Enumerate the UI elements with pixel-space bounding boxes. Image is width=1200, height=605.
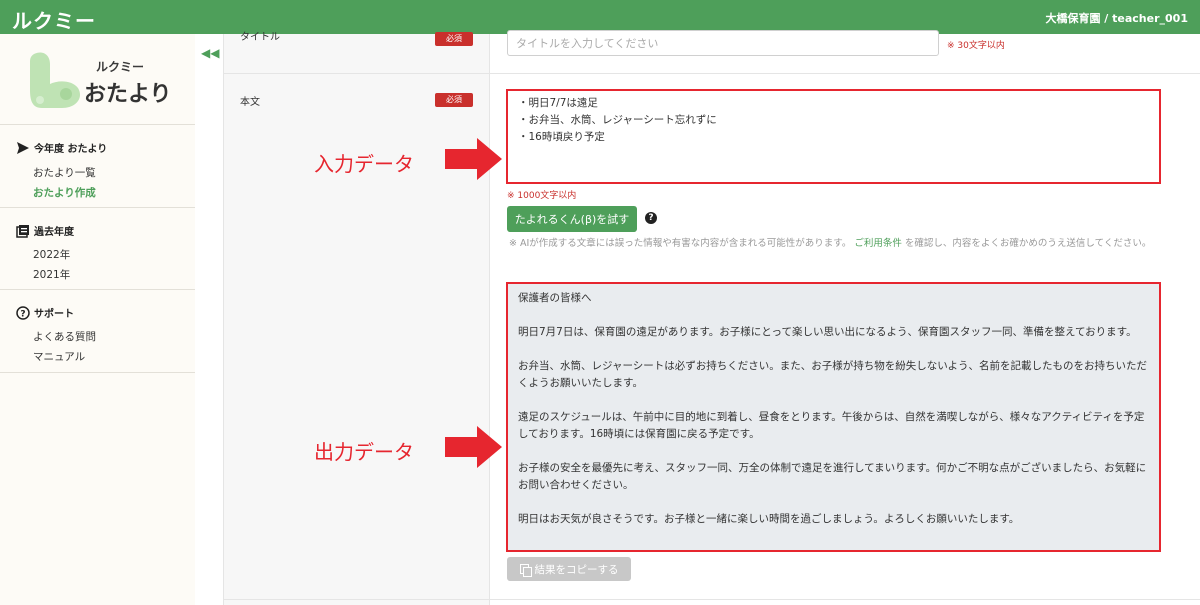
- disclaimer-text: を確認し、内容をよくお確かめのうえ送信してください。: [904, 238, 1152, 249]
- body-field-label: 本文: [240, 97, 260, 108]
- body-line: ・16時頃戻り予定: [518, 131, 605, 143]
- sidebar-section-heading: 今年度 おたより: [34, 144, 108, 155]
- copy-result-button[interactable]: 結果をコピーする: [507, 557, 631, 581]
- sidebar-divider: [0, 124, 195, 125]
- sidebar-item-manual[interactable]: マニュアル: [33, 349, 85, 364]
- output-paragraph: お子様の安全を最優先に考え、スタッフ一同、万全の体制で遠足を進行してまいります。…: [518, 462, 1147, 491]
- title-field-label: タイトル: [240, 32, 280, 43]
- form-row-divider: [223, 73, 1200, 74]
- body-textarea[interactable]: ・明日7/7は遠足 ・お弁当、水筒、レジャーシート忘れずに ・16時頃戻り予定: [506, 89, 1161, 184]
- form-row-divider: [223, 599, 1200, 600]
- sidebar-section-heading: サポート: [34, 309, 74, 320]
- disclaimer-text: ※ AIが作成する文章には誤った情報や有害な内容が含まれる可能性があります。: [509, 238, 852, 249]
- sidebar-divider: [0, 207, 195, 208]
- sidebar-divider: [0, 289, 195, 290]
- output-paragraph: 明日はお天気が良さそうです。お子様と一緒に楽しい時間を過ごしましょう。よろしくお…: [518, 513, 1020, 525]
- svg-text:?: ?: [20, 309, 25, 319]
- form-label-column: [223, 34, 490, 605]
- app-logo[interactable]: ルクミー おたより: [28, 50, 178, 120]
- sidebar-section-heading: 過去年度: [34, 227, 74, 238]
- sidebar-item-letter-create[interactable]: おたより作成: [33, 185, 96, 200]
- logo-big-text: おたより: [84, 82, 172, 107]
- output-paragraph: 遠足のスケジュールは、午前中に目的地に到着し、昼食をとります。午後からは、自然を…: [518, 411, 1145, 440]
- logo-small-text: ルクミー: [96, 60, 145, 74]
- title-limit-hint: ※ 30文字以内: [947, 41, 1005, 51]
- ai-disclaimer: ※ AIが作成する文章には誤った情報や有害な内容が含まれる可能性があります。 ご…: [509, 237, 1159, 251]
- body-line: ・お弁当、水筒、レジャーシート忘れずに: [518, 114, 717, 126]
- copy-result-label: 結果をコピーする: [534, 563, 619, 576]
- sidebar-collapse-icon[interactable]: ◀◀: [201, 46, 219, 60]
- help-icon[interactable]: ?: [645, 212, 657, 224]
- output-paragraph: 明日7月7日は、保育園の遠足があります。お子様にとって楽しい思い出になるよう、保…: [518, 326, 1137, 338]
- output-paragraph: お弁当、水筒、レジャーシートは必ずお持ちください。また、お子様が持ち物を紛失しな…: [518, 360, 1148, 389]
- sidebar-item-2022[interactable]: 2022年: [33, 247, 70, 262]
- sidebar: ルクミー おたより 今年度 おたより おたより一覧 おたより作成 過去年度 20…: [0, 34, 195, 605]
- sidebar-section-support: ? サポート: [16, 305, 74, 320]
- help-circle-icon: ?: [16, 305, 30, 320]
- copy-icon: [519, 563, 532, 577]
- ai-output-textarea[interactable]: 保護者の皆様へ 明日7月7日は、保育園の遠足があります。お子様にとって楽しい思い…: [506, 282, 1161, 552]
- body-limit-hint: ※ 1000文字以内: [507, 191, 577, 201]
- brand-logo[interactable]: ルクミー: [12, 5, 96, 34]
- archive-icon: [16, 224, 29, 238]
- logo-mark-icon: [30, 52, 81, 108]
- sidebar-item-faq[interactable]: よくある質問: [33, 329, 96, 344]
- sidebar-section-past-years: 過去年度: [16, 223, 74, 238]
- user-info[interactable]: 大橋保育園 / teacher_001: [1045, 10, 1188, 26]
- output-arrow-icon: [445, 426, 502, 468]
- input-arrow-icon: [445, 138, 502, 180]
- input-data-annotation: 入力データ: [314, 152, 414, 176]
- sidebar-item-2021[interactable]: 2021年: [33, 267, 70, 282]
- ai-generate-button[interactable]: たよれるくん(β)を試す: [507, 206, 637, 232]
- required-badge: 必須: [435, 32, 473, 46]
- sidebar-item-letter-list[interactable]: おたより一覧: [33, 165, 96, 180]
- send-icon: [17, 141, 29, 154]
- title-input[interactable]: [507, 30, 939, 56]
- terms-link[interactable]: ご利用条件: [854, 238, 902, 249]
- required-badge: 必須: [435, 93, 473, 107]
- top-bar: ルクミー 大橋保育園 / teacher_001: [0, 0, 1200, 34]
- output-data-annotation: 出力データ: [314, 440, 414, 464]
- sidebar-section-current-year: 今年度 おたより: [16, 140, 107, 155]
- sidebar-divider: [0, 372, 195, 373]
- output-paragraph: 保護者の皆様へ: [518, 292, 592, 304]
- body-line: ・明日7/7は遠足: [518, 97, 598, 109]
